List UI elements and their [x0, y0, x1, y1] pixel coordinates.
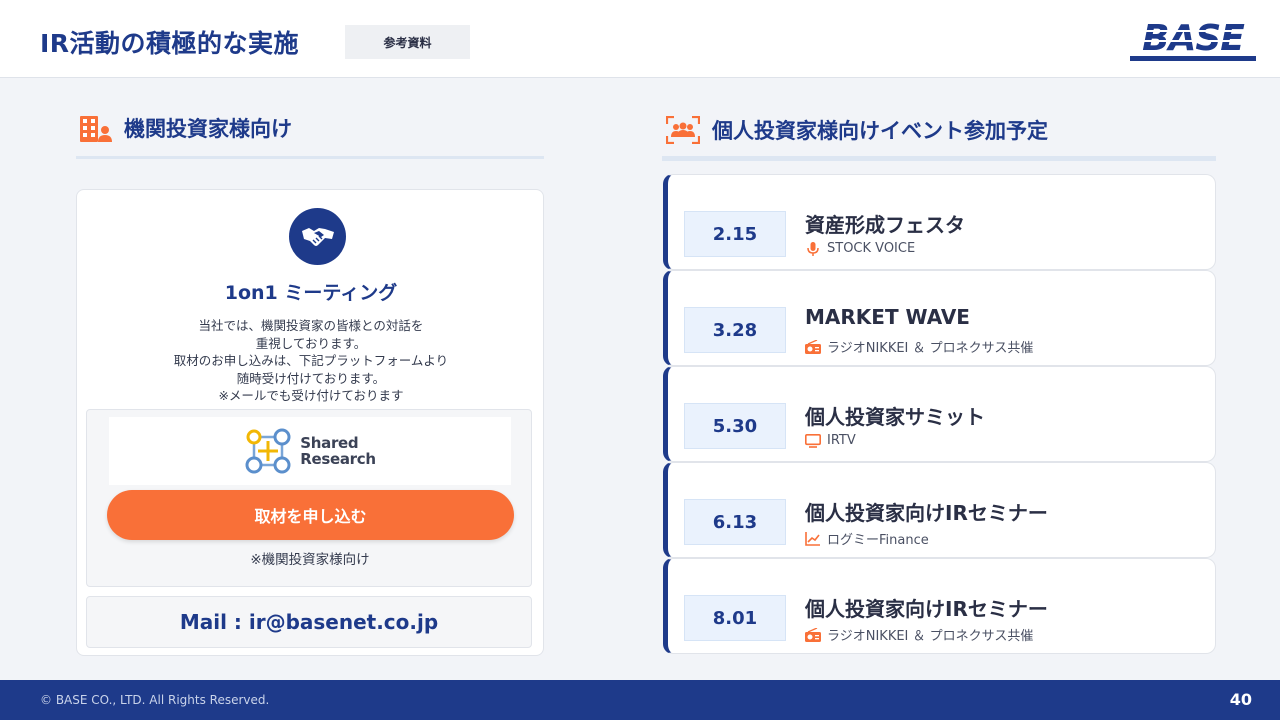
section-divider-right — [662, 156, 1216, 161]
header-bar: IR活動の積極的な実施 参考資料 BASE — [0, 0, 1280, 78]
event-item: 2.15 資産形成フェスタ STOCK VOICE — [663, 174, 1216, 270]
event-organizer: STOCK VOICE — [805, 241, 915, 256]
event-title: MARKET WAVE — [805, 305, 970, 329]
individual-section-header: 個人投資家様向けイベント参加予定 — [666, 115, 1048, 145]
microphone-icon — [807, 241, 819, 256]
tv-icon — [805, 433, 821, 448]
footer-bar: © BASE CO., LTD. All Rights Reserved. 40 — [0, 680, 1280, 720]
event-date: 2.15 — [684, 211, 786, 257]
shared-research-wordmark: Shared Research — [300, 434, 376, 468]
meeting-description: 当社では、機関投資家の皆様との対話を 重視しております。 取材のお申し込みは、下… — [77, 317, 545, 405]
page-title: IR活動の積極的な実施 — [40, 29, 300, 58]
radio-icon — [805, 627, 821, 642]
meeting-desc-line: 随時受け付けております。 — [236, 370, 386, 386]
reference-badge: 参考資料 — [345, 25, 470, 59]
shared-research-logo[interactable]: Shared Research — [109, 417, 511, 485]
apply-note: ※機関投資家様向け — [250, 552, 370, 568]
page-number: 40 — [1229, 690, 1252, 709]
institutional-section-title: 機関投資家様向け — [124, 117, 292, 141]
contact-mail[interactable]: Mail : ir@basenet.co.jp — [86, 596, 532, 648]
event-organizer-text: ログミーFinance — [827, 533, 929, 548]
individual-section-title: 個人投資家様向けイベント参加予定 — [712, 119, 1048, 143]
event-date: 6.13 — [684, 499, 786, 545]
meeting-desc-line: ※メールでも受け付けております — [218, 388, 404, 403]
event-organizer: ラジオNIKKEI ＆ プロネクサス共催 — [805, 625, 1033, 644]
event-date: 5.30 — [684, 403, 786, 449]
application-box: Shared Research 取材を申し込む ※機関投資家様向け — [86, 409, 532, 587]
event-item: 8.01 個人投資家向けIRセミナー ラジオNIKKEI ＆ プロネクサス共催 — [663, 558, 1216, 654]
handshake-icon — [289, 208, 346, 265]
meeting-card: 1on1 ミーティング 当社では、機関投資家の皆様との対話を 重視しております。… — [76, 189, 544, 656]
radio-icon — [805, 339, 821, 354]
event-title: 個人投資家サミット — [805, 405, 985, 429]
event-item: 6.13 個人投資家向けIRセミナー ログミーFinance — [663, 462, 1216, 558]
section-divider-left — [76, 156, 544, 159]
event-item: 5.30 個人投資家サミット IRTV — [663, 366, 1216, 462]
meeting-desc-line: 取材のお申し込みは、下記プラットフォームより — [173, 353, 449, 368]
base-logo: BASE — [1130, 18, 1256, 61]
event-title: 資産形成フェスタ — [805, 213, 965, 237]
meeting-desc-line: 重視しております。 — [255, 335, 367, 351]
chart-line-icon — [805, 531, 820, 546]
apply-interview-button[interactable]: 取材を申し込む — [107, 490, 514, 540]
event-item: 3.28 MARKET WAVE ラジオNIKKEI ＆ プロネクサス共催 — [663, 270, 1216, 366]
event-organizer-text: IRTV — [827, 433, 856, 448]
institutional-section-header: 機関投資家様向け — [80, 113, 292, 143]
event-organizer: IRTV — [805, 433, 856, 448]
svg-text:BASE: BASE — [1142, 18, 1245, 59]
group-users-icon — [666, 116, 700, 144]
shared-research-mark-icon — [245, 428, 291, 474]
event-organizer: ラジオNIKKEI ＆ プロネクサス共催 — [805, 337, 1033, 356]
event-organizer-text: ラジオNIKKEI ＆ プロネクサス共催 — [827, 629, 1034, 644]
event-title: 個人投資家向けIRセミナー — [805, 597, 1048, 621]
event-date: 8.01 — [684, 595, 786, 641]
event-organizer-text: STOCK VOICE — [827, 241, 916, 256]
meeting-desc-line: 当社では、機関投資家の皆様との対話を — [198, 318, 424, 333]
building-icon — [80, 116, 112, 142]
event-date: 3.28 — [684, 307, 786, 353]
copyright-text: © BASE CO., LTD. All Rights Reserved. — [40, 693, 270, 707]
meeting-title: 1on1 ミーティング — [224, 282, 398, 304]
event-organizer-text: ラジオNIKKEI ＆ プロネクサス共催 — [827, 341, 1034, 356]
event-organizer: ログミーFinance — [805, 529, 929, 548]
event-title: 個人投資家向けIRセミナー — [805, 501, 1048, 525]
